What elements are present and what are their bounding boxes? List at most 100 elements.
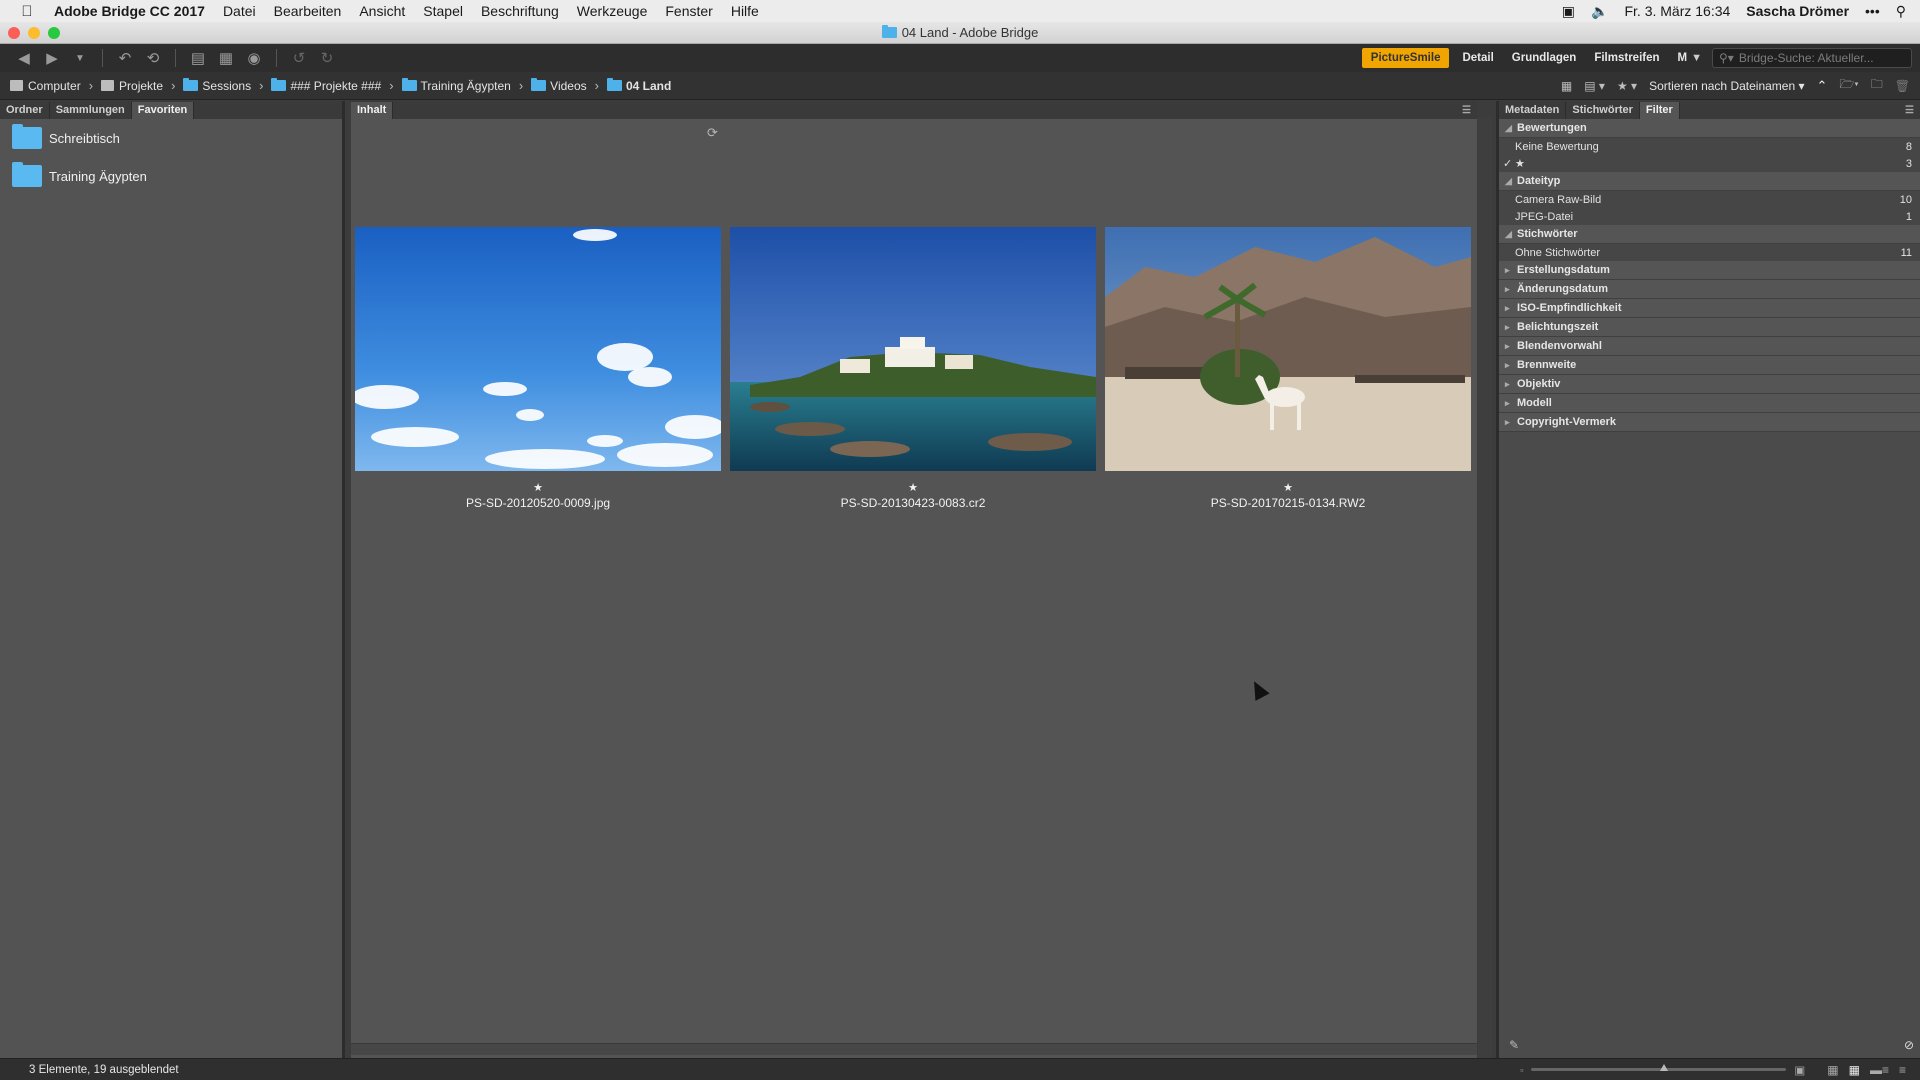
filter-section-brennweite[interactable]: ▸ Brennweite <box>1499 356 1920 375</box>
breadcrumb-projekte-hash[interactable]: ### Projekte ### <box>271 78 381 93</box>
clear-filter-icon[interactable]: ⊘ <box>1904 1038 1914 1052</box>
tab-favoriten[interactable]: Favoriten <box>131 102 195 119</box>
menu-stapel[interactable]: Stapel <box>414 3 472 19</box>
content-horizontal-scrollbar[interactable] <box>351 1043 1477 1055</box>
sort-ascending-icon[interactable]: ⌃ <box>1817 78 1828 94</box>
chevron-right-icon[interactable]: › <box>89 78 93 93</box>
filter-section-copyright[interactable]: ▸ Copyright-Vermerk <box>1499 413 1920 432</box>
breadcrumb-training-aegypten[interactable]: Training Ägypten <box>401 78 511 93</box>
filter-section-dateityp[interactable]: ◢ Dateityp <box>1499 172 1920 191</box>
rating-stars[interactable]: ★ <box>355 481 721 494</box>
menubar-user[interactable]: Sascha Drömer <box>1746 3 1849 19</box>
forward-icon[interactable]: ▶ <box>40 49 64 67</box>
filter-section-stichwoerter[interactable]: ◢ Stichwörter <box>1499 225 1920 244</box>
favorite-schreibtisch[interactable]: Schreibtisch <box>0 119 342 157</box>
menu-ansicht[interactable]: Ansicht <box>350 3 414 19</box>
rating-stars[interactable]: ★ <box>730 481 1096 494</box>
breadcrumb-computer[interactable]: Computer <box>10 79 81 93</box>
tab-filter[interactable]: Filter <box>1639 102 1680 119</box>
menu-beschriftung[interactable]: Beschriftung <box>472 3 568 19</box>
filter-section-aenderungsdatum[interactable]: ▸ Änderungsdatum <box>1499 280 1920 299</box>
quality-options-icon[interactable]: ▦ <box>1561 79 1572 93</box>
view-options-icon[interactable]: ▤ ▾ <box>1584 79 1605 93</box>
workspace-dropdown-icon[interactable]: ▼ <box>1689 52 1712 64</box>
screen-capture-icon[interactable]: ▣ <box>1562 3 1575 20</box>
workspace-more[interactable]: M <box>1669 48 1690 68</box>
rating-stars[interactable]: ★ <box>1105 481 1471 494</box>
boomerang-icon[interactable]: ↶ <box>113 49 137 67</box>
recent-dropdown-icon[interactable]: ▼ <box>68 53 92 64</box>
thumbnail-item[interactable] <box>1105 227 1471 471</box>
panel-menu-icon[interactable]: ☰ <box>1462 105 1471 116</box>
open-in-camera-raw-icon[interactable]: ◉ <box>242 49 266 67</box>
menu-fenster[interactable]: Fenster <box>656 3 721 19</box>
workspace-picturesmile[interactable]: PictureSmile <box>1361 48 1450 68</box>
chevron-right-icon[interactable]: › <box>171 78 175 93</box>
breadcrumb-projekte[interactable]: Projekte <box>101 79 163 93</box>
thumbnail-filename[interactable]: PS-SD-20120520-0009.jpg <box>355 496 721 510</box>
sort-dropdown[interactable]: Sortieren nach Dateinamen ▾ <box>1649 79 1804 93</box>
thumbnail-filename[interactable]: PS-SD-20170215-0134.RW2 <box>1105 496 1471 510</box>
filter-row-one-star[interactable]: ✓ ★ 3 <box>1499 155 1920 172</box>
maximize-window-button[interactable] <box>48 27 60 39</box>
filter-row-keine-bewertung[interactable]: Keine Bewertung 8 <box>1499 138 1920 155</box>
filter-row-camera-raw[interactable]: Camera Raw-Bild 10 <box>1499 191 1920 208</box>
rotate-right-icon[interactable]: ↻ <box>315 49 339 67</box>
minimize-window-button[interactable] <box>28 27 40 39</box>
open-recent-folder-icon[interactable]: 🗁▾ <box>1839 75 1858 96</box>
tab-stichwoerter[interactable]: Stichwörter <box>1566 102 1640 119</box>
tab-inhalt[interactable]: Inhalt <box>351 102 394 119</box>
filter-section-bewertungen[interactable]: ◢ Bewertungen <box>1499 119 1920 138</box>
bridge-search-input[interactable]: ⚲▾ Bridge-Suche: Aktueller... <box>1712 48 1912 68</box>
reveal-recent-icon[interactable]: ⟲ <box>141 49 165 67</box>
delete-icon[interactable]: 🗑 <box>1895 79 1910 93</box>
thumbnail-item[interactable] <box>351 227 725 471</box>
menubar-clock[interactable]: Fr. 3. März 16:34 <box>1624 3 1730 19</box>
tab-metadaten[interactable]: Metadaten <box>1499 102 1567 119</box>
menu-datei[interactable]: Datei <box>214 3 265 19</box>
slider-thumb[interactable] <box>1660 1064 1668 1071</box>
filter-section-modell[interactable]: ▸ Modell <box>1499 394 1920 413</box>
apple-menu-icon[interactable]:  <box>0 3 54 20</box>
pin-filter-icon[interactable]: ✎ <box>1509 1038 1519 1052</box>
filter-section-objektiv[interactable]: ▸ Objektiv <box>1499 375 1920 394</box>
grid-lock-icon[interactable]: ▦ <box>1827 1063 1838 1077</box>
filter-section-blendenvorwahl[interactable]: ▸ Blendenvorwahl <box>1499 337 1920 356</box>
tab-ordner[interactable]: Ordner <box>0 102 50 119</box>
favorite-training-aegypten[interactable]: Training Ägypten <box>0 157 342 195</box>
filter-row-ohne-stichwoerter[interactable]: Ohne Stichwörter 11 <box>1499 244 1920 261</box>
list-view-icon[interactable]: ≡ <box>1899 1063 1906 1077</box>
details-view-icon[interactable]: ▬≡ <box>1870 1063 1889 1077</box>
thumbnail-item[interactable] <box>730 227 1096 471</box>
chevron-right-icon[interactable]: › <box>259 78 263 93</box>
content-scrollbar[interactable] <box>1478 118 1492 1058</box>
chevron-right-icon[interactable]: › <box>595 78 599 93</box>
close-window-button[interactable] <box>8 27 20 39</box>
thumbnail-filename[interactable]: PS-SD-20130423-0083.cr2 <box>730 496 1096 510</box>
filter-section-belichtungszeit[interactable]: ▸ Belichtungszeit <box>1499 318 1920 337</box>
menu-hilfe[interactable]: Hilfe <box>722 3 768 19</box>
camera-import-icon[interactable]: ▤ <box>186 49 210 67</box>
thumbnail-size-slider[interactable] <box>1531 1064 1787 1071</box>
workspace-detail[interactable]: Detail <box>1453 48 1502 68</box>
breadcrumb-04-land[interactable]: 04 Land <box>606 78 671 93</box>
breadcrumb-sessions[interactable]: Sessions <box>183 78 251 93</box>
zoom-in-icon[interactable]: ▣ <box>1794 1063 1805 1077</box>
filter-section-iso[interactable]: ▸ ISO-Empfindlichkeit <box>1499 299 1920 318</box>
breadcrumb-videos[interactable]: Videos <box>531 78 587 93</box>
chevron-right-icon[interactable]: › <box>389 78 393 93</box>
filter-row-jpeg[interactable]: JPEG-Datei 1 <box>1499 208 1920 225</box>
workspace-filmstreifen[interactable]: Filmstreifen <box>1585 48 1668 68</box>
menu-app[interactable]: Adobe Bridge CC 2017 <box>54 3 214 19</box>
more-icon[interactable]: ••• <box>1865 3 1880 19</box>
volume-icon[interactable]: 🔈 <box>1591 3 1608 20</box>
workspace-grundlagen[interactable]: Grundlagen <box>1503 48 1586 68</box>
thumbnail-view-icon[interactable]: ▦ <box>1849 1063 1860 1077</box>
filter-section-erstellungsdatum[interactable]: ▸ Erstellungsdatum <box>1499 261 1920 280</box>
refine-icon[interactable]: ▦ <box>214 49 238 67</box>
rating-filter-icon[interactable]: ★ ▾ <box>1617 79 1637 93</box>
chevron-right-icon[interactable]: › <box>519 78 523 93</box>
menu-werkzeuge[interactable]: Werkzeuge <box>568 3 657 19</box>
tab-sammlungen[interactable]: Sammlungen <box>50 102 132 119</box>
new-folder-icon[interactable]: 🗀 <box>1871 75 1883 96</box>
